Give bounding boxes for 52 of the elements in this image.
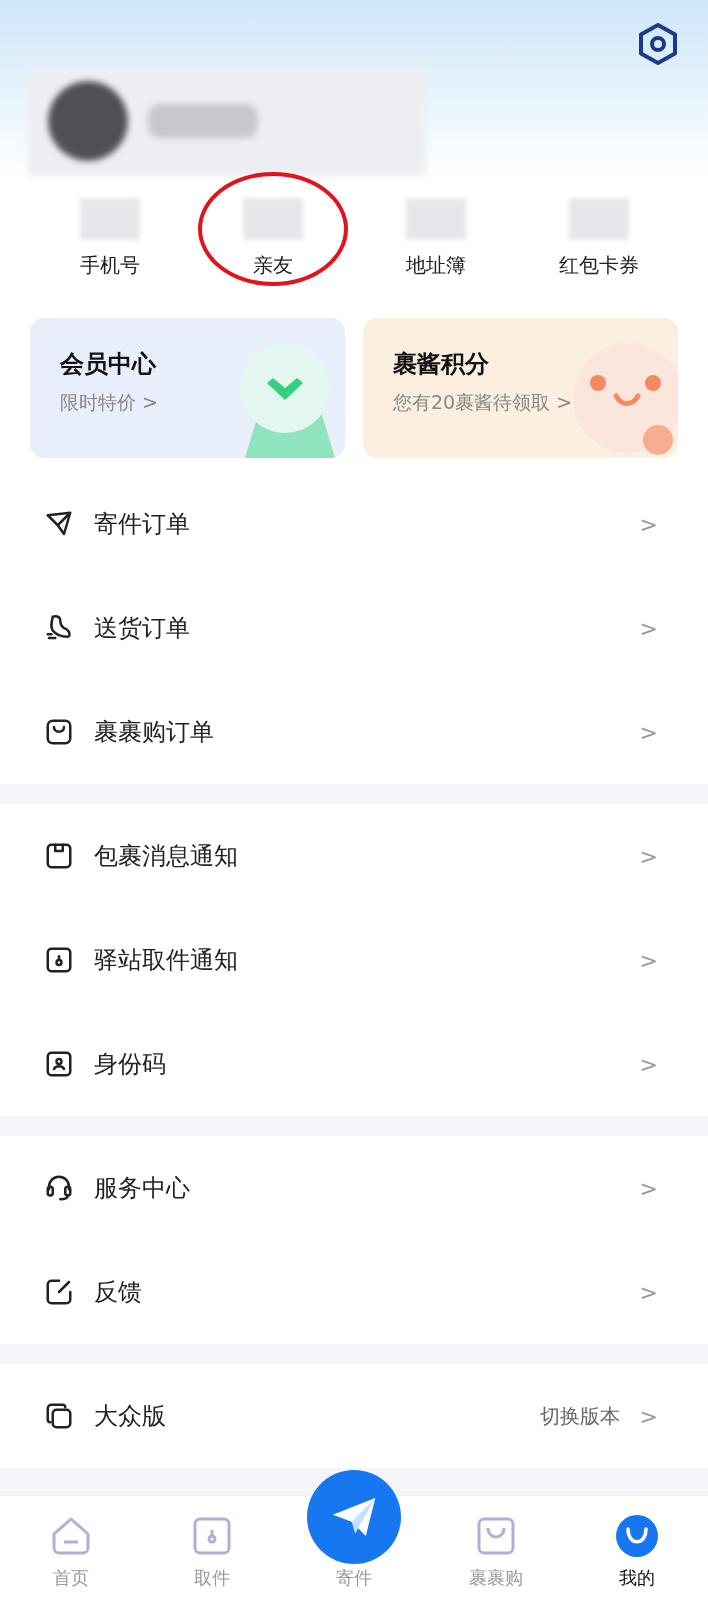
shopping-bag-icon [44,717,74,747]
promo-card[interactable]: 会员中心 限时特价 > [30,318,345,458]
menu-item[interactable]: 身份码 > [0,1012,708,1116]
stat-label[interactable]: 地址簿 [405,252,466,279]
menu-label: 送货订单 [94,613,191,644]
menu-label: 驿站取件通知 [94,945,239,976]
menu-item[interactable]: 驿站取件通知 > [0,908,708,1012]
stat-label[interactable]: 亲友 [252,252,293,279]
menu-label: 服务中心 [94,1173,191,1204]
smile-badge-icon [615,1514,660,1558]
chevron-icon: > [639,1279,658,1305]
chevron-icon: > [639,1051,658,1077]
menu-item[interactable]: 送货订单 > [0,576,708,680]
box-icon [44,841,74,871]
menu-label: 寄件订单 [94,509,191,540]
menu-item[interactable]: 大众版 切换版本 > [0,1364,708,1468]
id-scan-icon [44,1049,74,1079]
card-subtitle: 限时特价 > [60,390,159,415]
menu-value: 切换版本 [539,1402,620,1430]
locker-icon [44,945,74,975]
menu-item[interactable]: 反馈 > [0,1240,708,1344]
stat-label[interactable]: 红包卡券 [558,252,639,279]
promo-card[interactable]: 裹酱积分 您有20裹酱待领取 > [363,318,678,458]
menu-item[interactable]: 服务中心 > [0,1136,708,1240]
menu-label: 反馈 [94,1277,143,1308]
card-title: 会员中心 [60,349,157,380]
card-title: 裹酱积分 [393,349,490,380]
stat-label[interactable]: 手机号 [79,252,140,279]
menu-item[interactable]: 寄件订单 > [0,472,708,576]
card-subtitle: 您有20裹酱待领取 > [393,390,574,415]
settings-icon[interactable] [636,22,680,66]
menu-label: 身份码 [94,1049,167,1080]
blurred-value [79,198,140,240]
menu-label: 大众版 [94,1401,167,1432]
tab[interactable]: 我的 [566,1496,708,1600]
chevron-icon: > [639,843,658,869]
edit-icon [44,1277,74,1307]
headset-icon [44,1173,74,1203]
blurred-value [568,198,629,240]
copy-icon [44,1401,74,1431]
chevron-icon: > [639,947,658,973]
blurred-value [405,198,466,240]
menu-label: 包裹消息通知 [94,841,239,872]
menu-item[interactable]: 裹裹购订单 > [0,680,708,784]
chevron-icon: > [639,615,658,641]
chevron-icon: > [639,1403,658,1429]
menu-label: 裹裹购订单 [94,717,215,748]
blurred-value [242,198,303,240]
menu-item[interactable]: 包裹消息通知 > [0,804,708,908]
chevron-icon: > [639,719,658,745]
chevron-icon: > [639,1175,658,1201]
chevron-icon: > [639,511,658,537]
